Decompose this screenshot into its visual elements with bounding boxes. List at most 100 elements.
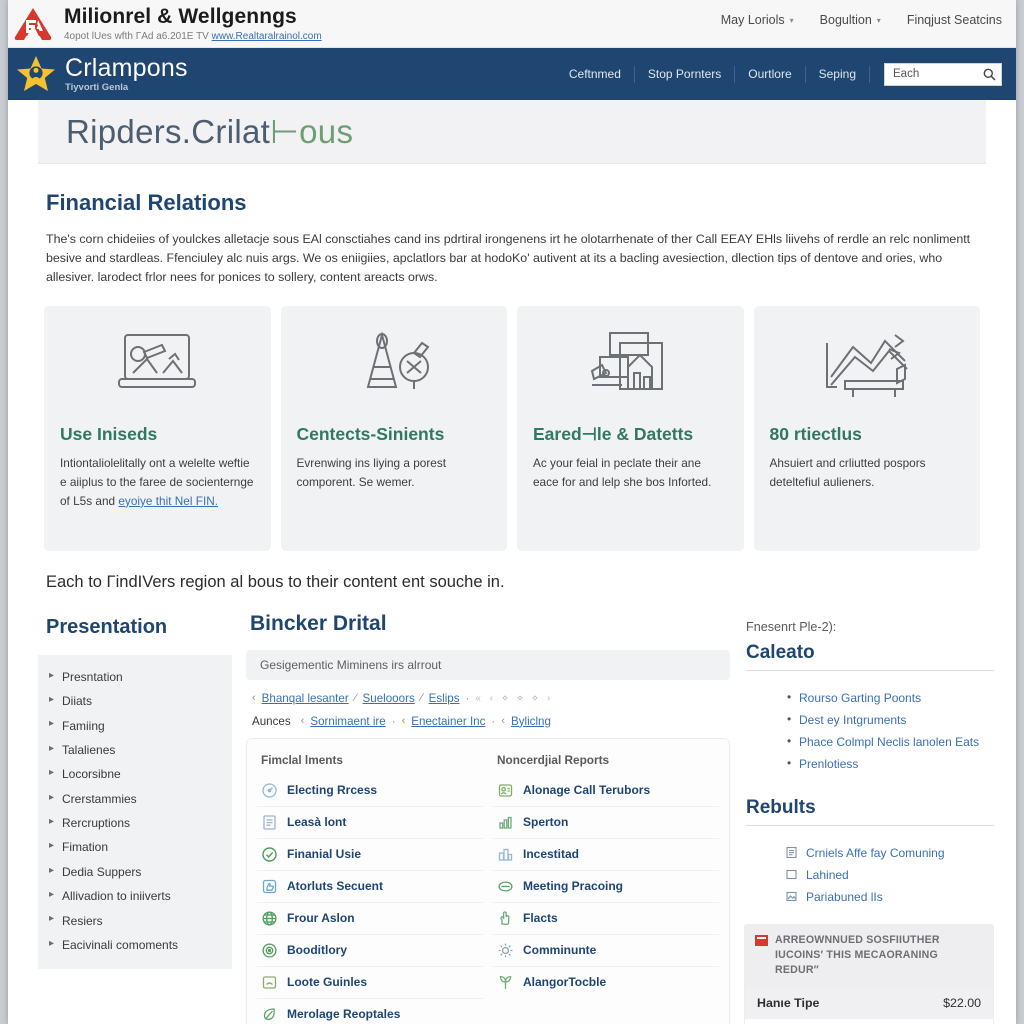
nav-links: Ceftnmed Stop Pornters Ourtlore Seping: [556, 59, 1002, 89]
nav-link-1[interactable]: Stop Pornters: [635, 67, 734, 81]
sidebar-item-9[interactable]: Allivadion to iniiverts: [48, 884, 222, 908]
doc-lines-icon: [785, 846, 798, 862]
doc-blank-icon: [785, 868, 798, 884]
list-item[interactable]: Atorluts Secuent: [257, 871, 483, 903]
right-file-item-0[interactable]: Crniels Affe fay Comuning: [784, 842, 994, 864]
utility-nav-item-2[interactable]: Finqjust Seatcins: [907, 13, 1002, 27]
breadcrumb-link-1[interactable]: Suelooors: [363, 692, 415, 705]
blocks-icon: [497, 846, 514, 863]
feature-card-link-0[interactable]: eyoiye thit Nel FIN.: [118, 494, 218, 508]
nav-link-0[interactable]: Ceftnmed: [556, 67, 634, 81]
content-columns: Presentation Presntation Diiats Famiing …: [8, 606, 1016, 1024]
sidebar-item-10[interactable]: Resiers: [48, 908, 222, 932]
right-file-item-2[interactable]: Pariabuned lIs: [784, 886, 994, 908]
hero-title-dark: Ripders.Crilat: [66, 113, 271, 150]
link-panel: Fimclal lments Electing Rrcess Leasà lon…: [246, 737, 730, 1024]
right-list-item-2[interactable]: Phace Colmpl Neclis lanolen Eats: [784, 731, 994, 753]
sidebar-item-0[interactable]: Presntation: [48, 665, 222, 689]
breadcrumb2-link-1[interactable]: Enectainer Inc: [411, 715, 485, 728]
breadcrumb-row-2-label: Aunces: [252, 714, 291, 728]
list-item[interactable]: Loote Guinles: [257, 967, 483, 999]
center-infobar[interactable]: Gesigementic Miminens irs alrrout: [246, 649, 730, 680]
feature-card-body-2: Ac your feial in peclate their ane eace …: [533, 455, 712, 489]
right-list-1: Rourso Garting Poonts Dest ey Intgrument…: [744, 687, 994, 775]
breadcrumb2-link-2[interactable]: Byliclng: [511, 715, 551, 728]
sidebar-item-3[interactable]: Talalienes: [48, 738, 222, 762]
list-item[interactable]: Frour Aslon: [257, 903, 483, 935]
target-icon: [261, 942, 278, 959]
sidebar-heading: Presentation: [46, 615, 168, 638]
chevron-down-icon: ▾: [876, 15, 881, 25]
hand-icon: [497, 910, 514, 927]
utility-nav-label-0: May Loriols: [720, 13, 785, 27]
utility-nav-item-1[interactable]: Bogultion ▾: [820, 13, 881, 27]
sidebar-item-6[interactable]: Rercruptions: [48, 811, 222, 835]
site-brand[interactable]: Milionrel & Wellgenngs 4opot lUes wfth Γ…: [8, 4, 322, 42]
breadcrumb-link-2[interactable]: Eslips: [429, 692, 460, 705]
pager-controls[interactable]: « ‹ ⋄ ⋄ ⋄ ›: [475, 693, 553, 704]
sidebar-item-11[interactable]: Eacivinali comoments: [48, 933, 222, 957]
breadcrumb-link-0[interactable]: Bhanqal lesanter: [262, 692, 349, 705]
list-item[interactable]: Comminunte: [493, 935, 719, 967]
breadcrumb2-link-0[interactable]: Sornimaent irе: [310, 715, 385, 728]
nav-link-3[interactable]: Seping: [806, 67, 869, 81]
feature-card-body-3: Ahsuiert and crliutted pospors deteltefi…: [769, 455, 926, 489]
list-item[interactable]: Meeting Pracoing: [493, 871, 719, 903]
sidebar-item-7[interactable]: Fimation: [48, 835, 222, 859]
check-circle-icon: [261, 846, 278, 863]
feature-card-0[interactable]: Use Iniseds Intiontaliolelitally ont a w…: [44, 305, 271, 551]
search-input[interactable]: [891, 67, 995, 81]
sidebar-item-4[interactable]: Locorsibne: [48, 762, 222, 786]
leaf-icon: [261, 1006, 278, 1023]
site-url-link[interactable]: www.Realtaralrainol.com: [212, 31, 322, 42]
list-item[interactable]: Flacts: [493, 903, 719, 935]
list-item[interactable]: AlangorTocble: [493, 967, 719, 998]
sidebar-nav-list: Presntation Diiats Famiing Talalienes Lo…: [38, 654, 232, 970]
search-icon[interactable]: [983, 68, 996, 84]
list-item[interactable]: Incestitad: [493, 839, 719, 871]
dot-separator: ·: [465, 691, 470, 705]
right-file-item-1[interactable]: Lahined: [784, 864, 994, 886]
list-item[interactable]: Finanial Usie: [257, 839, 483, 871]
feature-card-1[interactable]: Centects-Sinients Evrenwing ins liying a…: [280, 305, 507, 551]
right-list-item-1[interactable]: Dest ey Intgruments: [784, 709, 994, 731]
sidebar-item-1[interactable]: Diiats: [48, 689, 222, 713]
list-item[interactable]: Booditlory: [257, 935, 483, 967]
feature-card-title-2: Eared⊣le & Datetts: [533, 423, 694, 444]
intro-paragraph: The's corn chideiies of youlckes alletac…: [46, 232, 971, 285]
utility-nav-item-0[interactable]: May Loriols ▾: [721, 13, 794, 27]
thumb-icon: [261, 878, 278, 895]
right-list-item-3[interactable]: Prenlotiess: [784, 753, 994, 775]
sidebar-item-8[interactable]: Dedia Suppers: [48, 860, 222, 884]
utility-nav: May Loriols ▾ Bogultion ▾ Finqjust Seatc…: [721, 4, 1002, 27]
list-item-label: Frour Aslon: [287, 911, 355, 926]
nav-brand-text: Crlampons Tiyvorti Genla: [65, 55, 188, 93]
list-item[interactable]: Alonage Call Terubors: [493, 775, 719, 807]
hero-title: Ripders.Crilat⊢ous: [66, 112, 353, 151]
feature-card-2[interactable]: Eared⊣le & Datetts Ac your feial in pecl…: [517, 305, 744, 551]
right-heading-2: Rebults: [746, 796, 816, 818]
list-item[interactable]: Sperton: [493, 807, 719, 839]
list-item-label: Merolage Reoptales: [287, 1007, 401, 1022]
table-row: Hanıe Tipe $22.00: [745, 986, 993, 1019]
list-item[interactable]: Electing Rrcess: [257, 775, 483, 807]
nav-link-2[interactable]: Ourtlore: [735, 67, 804, 81]
search-box[interactable]: [884, 62, 1002, 86]
sidebar-item-5[interactable]: Crerstammies: [48, 787, 222, 811]
nav-brand[interactable]: Crlampons Tiyvorti Genla: [16, 54, 188, 94]
sidebar-item-2[interactable]: Famiing: [48, 713, 222, 737]
link-column-reports: Noncerdjial Reports Alonage Call Terubor…: [493, 751, 719, 1024]
site-subtitle: 4opot lUes wfth ΓAd a6.201E TV www.Realt…: [64, 31, 322, 42]
dot-separator: ·: [491, 714, 496, 728]
list-item[interactable]: Leasà lont: [257, 807, 483, 839]
right-list-item-0[interactable]: Rourso Garting Poonts: [784, 687, 994, 709]
right-file-label-1: Lahined: [806, 867, 849, 882]
ellipse-icon: [497, 878, 514, 895]
list-item[interactable]: Merolage Reoptales: [257, 999, 483, 1024]
gear-icon: [497, 942, 514, 959]
document-icon: [261, 814, 278, 831]
right-heading-1: Caleato: [746, 641, 815, 663]
buildings-chart-icon: [533, 324, 728, 402]
feature-card-3[interactable]: 80 rtiectlus Ahsuiert and crliutted posp…: [753, 305, 980, 551]
center-heading: Bincker Drital: [250, 611, 387, 635]
